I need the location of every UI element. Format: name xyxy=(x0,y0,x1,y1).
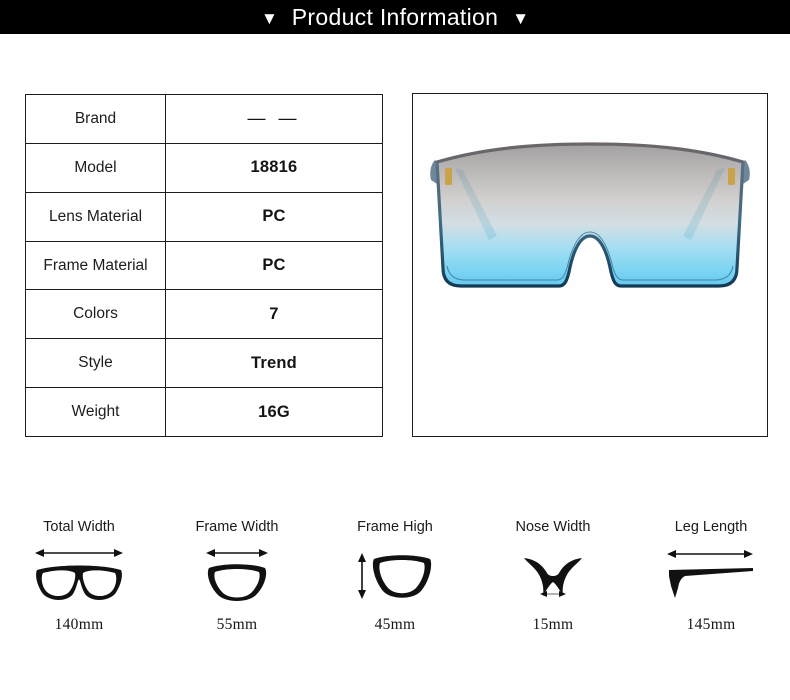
hinge-left-icon xyxy=(445,168,452,185)
single-lens-icon xyxy=(192,539,282,611)
measurement-value: 15mm xyxy=(532,616,574,633)
horizontal-double-arrow-icon xyxy=(35,549,123,557)
measurement-value: 145mm xyxy=(686,616,736,633)
spec-value-weight: 16G xyxy=(258,402,290,421)
table-row: Colors 7 xyxy=(26,290,382,340)
measurement-value: 55mm xyxy=(216,616,258,633)
measurement-total-width: Total Width 140mm xyxy=(0,515,158,655)
single-lens-icon xyxy=(350,539,440,611)
spec-value-colors: 7 xyxy=(269,304,279,323)
spec-key-style: Style xyxy=(26,339,166,388)
table-row: Lens Material PC xyxy=(26,192,382,242)
temple-arm-icon xyxy=(659,539,763,611)
measurement-label: Total Width xyxy=(43,519,115,535)
measurement-strip: Total Width 140mm Frame Width 55mm Frame… xyxy=(0,515,790,655)
measurement-value: 45mm xyxy=(374,616,416,633)
measurement-label: Leg Length xyxy=(674,519,748,535)
spec-key-model: Model xyxy=(26,143,166,192)
page-title: Product Information xyxy=(291,3,499,30)
measurement-nose-width: Nose Width 15mm xyxy=(474,515,632,655)
measurement-frame-high: Frame High 45mm xyxy=(316,515,474,655)
table-row: Model 18816 xyxy=(26,143,382,193)
sunglasses-product-photo xyxy=(430,142,750,288)
table-row: Style Trend xyxy=(26,339,382,389)
triangle-down-icon-right: ▼ xyxy=(512,8,530,28)
specification-table: Brand — — Model 18816 Lens Material PC F… xyxy=(25,94,383,437)
hinge-right-icon xyxy=(728,168,735,185)
spec-key-brand: Brand xyxy=(26,95,166,143)
measurement-label: Frame Width xyxy=(195,519,279,535)
horizontal-double-arrow-icon xyxy=(206,549,268,557)
vertical-double-arrow-icon xyxy=(358,553,366,599)
measurement-label: Nose Width xyxy=(515,519,591,535)
spec-value-model: 18816 xyxy=(250,158,298,177)
nose-bridge-outline xyxy=(524,558,582,596)
spec-value-frame-material: PC xyxy=(262,256,286,274)
temple-arms-behind-lens xyxy=(437,144,743,286)
measurement-value: 140mm xyxy=(54,616,104,633)
spec-key-colors: Colors xyxy=(26,290,166,339)
spec-value-style: Trend xyxy=(251,353,297,372)
horizontal-double-arrow-icon xyxy=(667,550,753,558)
nose-bridge-icon xyxy=(508,539,598,611)
measurement-leg-length: Leg Length 145mm xyxy=(632,515,790,655)
spec-value-lens-material: PC xyxy=(262,207,286,226)
measurement-label: Frame High xyxy=(357,519,433,535)
table-row: Weight 16G xyxy=(26,388,382,437)
spec-key-frame-material: Frame Material xyxy=(26,241,166,290)
table-row: Brand — — xyxy=(26,95,382,144)
glasses-full-frame-icon xyxy=(27,539,131,611)
spec-value-brand: — — xyxy=(247,108,301,129)
header-inner: ▼ Product Information ▼ xyxy=(261,4,529,31)
spec-key-weight: Weight xyxy=(26,388,166,437)
product-image-box xyxy=(412,93,768,437)
measurement-frame-width: Frame Width 55mm xyxy=(158,515,316,655)
product-information-header: ▼ Product Information ▼ xyxy=(0,0,790,34)
table-row: Frame Material PC xyxy=(26,241,382,291)
temple-arm-outline xyxy=(669,568,753,598)
spec-key-lens-material: Lens Material xyxy=(26,192,166,241)
triangle-down-icon-left: ▼ xyxy=(260,8,278,28)
